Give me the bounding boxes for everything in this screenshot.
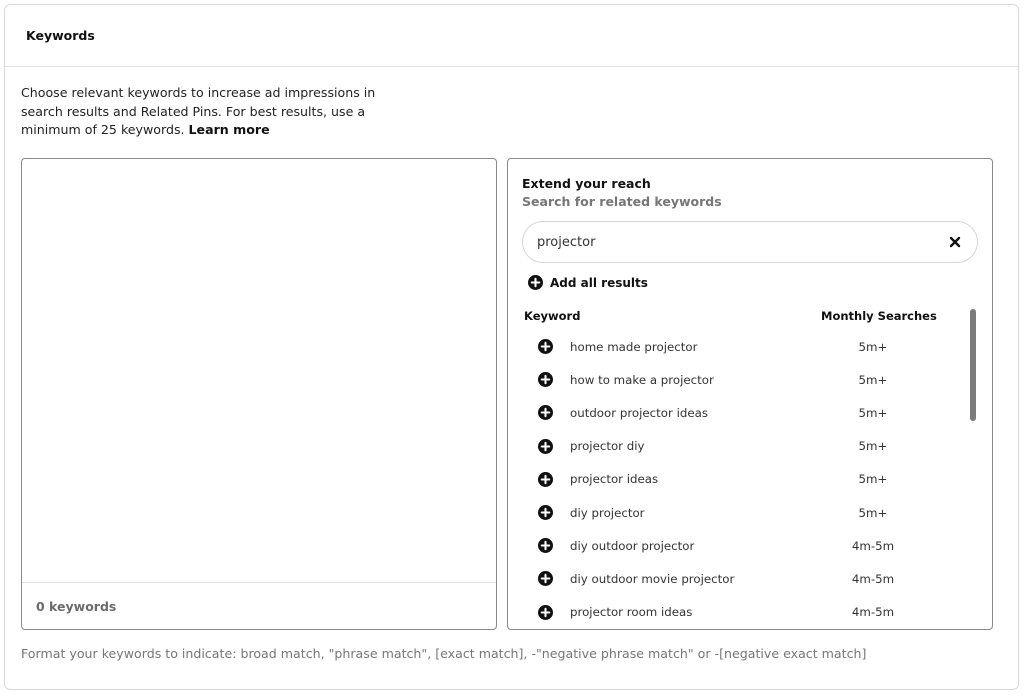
keyword-row[interactable]: diy projector 5m+ xyxy=(508,496,968,529)
keyword-count: 0 keywords xyxy=(36,598,117,614)
keyword-row[interactable]: outdoor projector ideas 5m+ xyxy=(508,396,968,429)
row-monthly-searches: 4m-5m xyxy=(851,605,895,620)
row-monthly-searches: 5m+ xyxy=(858,339,888,354)
row-monthly-searches: 4m-5m xyxy=(851,538,895,553)
keyword-results-list: home made projector 5m+ how to make a pr… xyxy=(508,330,968,629)
keywords-footer: 0 keywords xyxy=(22,582,496,629)
add-all-results-label: Add all results xyxy=(550,275,648,290)
row-keyword: projector diy xyxy=(570,439,645,454)
row-monthly-searches: 5m+ xyxy=(858,472,888,487)
row-keyword: diy projector xyxy=(570,505,645,520)
extend-reach-panel: Extend your reach Search for related key… xyxy=(507,158,993,630)
extend-reach-subtitle: Search for related keywords xyxy=(522,194,722,209)
row-monthly-searches: 5m+ xyxy=(858,372,888,387)
keyword-table-header: Keyword Monthly Searches xyxy=(524,309,964,325)
add-circle-icon[interactable] xyxy=(538,339,553,354)
add-circle-icon[interactable] xyxy=(538,504,553,520)
row-keyword: projector room ideas xyxy=(570,605,693,620)
add-circle-icon[interactable] xyxy=(538,604,553,620)
add-circle-icon[interactable] xyxy=(538,571,553,587)
row-keyword: home made projector xyxy=(570,339,698,354)
keywords-entry-panel: 0 keywords xyxy=(21,158,497,630)
add-circle-icon[interactable] xyxy=(538,372,553,388)
related-keyword-search-input[interactable] xyxy=(537,222,937,262)
column-header-monthly-searches: Monthly Searches xyxy=(821,309,937,323)
keyword-row[interactable]: projector diy 5m+ xyxy=(508,430,968,463)
add-circle-icon[interactable] xyxy=(538,471,553,487)
keywords-textarea[interactable] xyxy=(22,159,496,583)
row-monthly-searches: 4m-5m xyxy=(851,571,895,586)
row-keyword: diy outdoor movie projector xyxy=(570,571,735,586)
row-monthly-searches: 5m+ xyxy=(858,439,888,454)
column-header-keyword: Keyword xyxy=(524,309,581,323)
add-circle-icon[interactable] xyxy=(538,538,553,554)
add-circle-icon xyxy=(528,275,543,290)
keyword-format-hint: Format your keywords to indicate: broad … xyxy=(21,646,867,661)
keywords-description: Choose relevant keywords to increase ad … xyxy=(21,84,381,140)
row-keyword: projector ideas xyxy=(570,472,659,487)
keyword-row[interactable]: home made projector 5m+ xyxy=(508,330,968,363)
keyword-row[interactable]: how to make a projector 5m+ xyxy=(508,363,968,396)
clear-search-button[interactable] xyxy=(945,232,965,252)
card-title: Keywords xyxy=(26,28,95,43)
add-circle-icon[interactable] xyxy=(538,438,553,454)
row-keyword: outdoor projector ideas xyxy=(570,405,709,420)
learn-more-link[interactable]: Learn more xyxy=(189,122,270,137)
keyword-row[interactable]: projector ideas 5m+ xyxy=(508,463,968,496)
row-keyword: how to make a projector xyxy=(570,372,714,387)
keyword-row[interactable]: diy outdoor projector 4m-5m xyxy=(508,529,968,562)
keyword-row[interactable]: projector room ideas 4m-5m xyxy=(508,596,968,629)
card-header: Keywords xyxy=(5,5,1018,67)
related-keyword-search xyxy=(522,221,978,263)
extend-reach-title: Extend your reach xyxy=(522,176,651,191)
close-icon xyxy=(949,236,961,248)
add-all-results-button[interactable]: Add all results xyxy=(528,275,648,290)
row-monthly-searches: 5m+ xyxy=(858,505,888,520)
row-monthly-searches: 5m+ xyxy=(858,405,888,420)
row-keyword: diy outdoor projector xyxy=(570,538,695,553)
keyword-row[interactable]: diy outdoor movie projector 4m-5m xyxy=(508,562,968,595)
add-circle-icon[interactable] xyxy=(538,405,553,421)
results-scrollbar[interactable] xyxy=(970,309,976,421)
